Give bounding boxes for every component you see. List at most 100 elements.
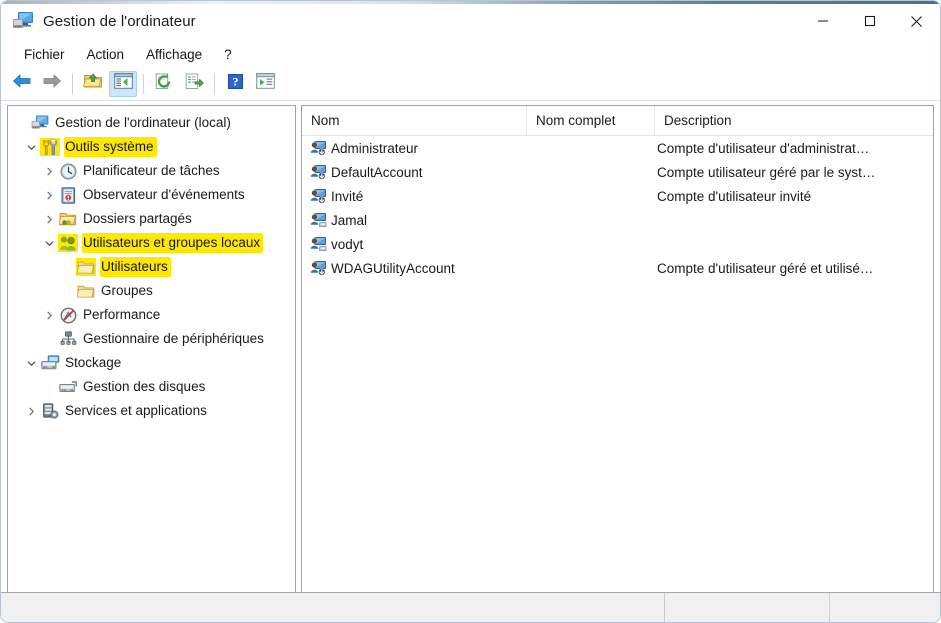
user-name: DefaultAccount bbox=[331, 164, 423, 180]
system-tools-icon bbox=[40, 138, 60, 156]
menu-action[interactable]: Action bbox=[76, 44, 136, 65]
table-row[interactable]: vodyt bbox=[302, 232, 933, 256]
folder-icon bbox=[76, 282, 96, 300]
user-name: WDAGUtilityAccount bbox=[331, 260, 455, 276]
tree-item-label: Stockage bbox=[65, 355, 122, 370]
storage-icon bbox=[40, 354, 60, 372]
back-button[interactable] bbox=[8, 71, 36, 97]
caption-button-group bbox=[799, 1, 940, 41]
computer-management-icon bbox=[12, 11, 34, 31]
tree-item-label: Observateur d'événements bbox=[83, 187, 245, 202]
tree-twisty-expanded[interactable] bbox=[22, 143, 40, 152]
tree-item-label: Gestion de l'ordinateur (local) bbox=[55, 115, 231, 130]
column-header-nom-complet[interactable]: Nom complet bbox=[527, 106, 655, 135]
disk-management-icon bbox=[58, 378, 78, 396]
tree-item-label: Outils système bbox=[65, 138, 156, 156]
toolbar: ? bbox=[1, 67, 940, 101]
table-row[interactable]: Jamal bbox=[302, 208, 933, 232]
toolbar-separator bbox=[214, 73, 215, 94]
tree-twisty-collapsed[interactable] bbox=[40, 215, 58, 224]
tree-item-device-manager[interactable]: Gestionnaire de périphériques bbox=[8, 327, 295, 351]
tree-item-task-scheduler[interactable]: Planificateur de tâches bbox=[8, 159, 295, 183]
column-header-nom[interactable]: Nom bbox=[302, 106, 527, 135]
tree-item-label: Planificateur de tâches bbox=[83, 163, 220, 178]
properties-window-icon bbox=[255, 73, 275, 94]
tree-item-services-and-applications[interactable]: Services et applications bbox=[8, 399, 295, 423]
forward-button[interactable] bbox=[38, 71, 66, 97]
tree-item-performance[interactable]: Performance bbox=[8, 303, 295, 327]
tree-item-disk-management[interactable]: Gestion des disques bbox=[8, 375, 295, 399]
help-icon: ? bbox=[227, 73, 244, 95]
event-viewer-icon bbox=[58, 186, 78, 204]
close-button[interactable] bbox=[893, 1, 940, 41]
show-console-tree-icon bbox=[113, 73, 133, 94]
status-bar bbox=[1, 592, 940, 622]
tree-twisty-expanded[interactable] bbox=[22, 359, 40, 368]
tree-item-shared-folders[interactable]: Dossiers partagés bbox=[8, 207, 295, 231]
computer-management-window: Gestion de l'ordinateur Fichier Action A… bbox=[0, 0, 941, 623]
users-list-pane: Nom Nom complet Description Administrate… bbox=[301, 105, 934, 593]
toolbar-separator bbox=[143, 73, 144, 94]
table-row[interactable]: Invité Compte d'utilisateur invité bbox=[302, 184, 933, 208]
tree-item-event-viewer[interactable]: Observateur d'événements bbox=[8, 183, 295, 207]
user-name: vodyt bbox=[331, 236, 364, 252]
tree-item-label: Groupes bbox=[101, 283, 153, 298]
forward-arrow-icon bbox=[42, 73, 62, 94]
menu-aide[interactable]: ? bbox=[213, 44, 243, 65]
tree-item-groups[interactable]: Groupes bbox=[8, 279, 295, 303]
folder-icon bbox=[76, 258, 96, 276]
help-button[interactable]: ? bbox=[221, 71, 249, 97]
content-area: Gestion de l'ordinateur (local) Outils s… bbox=[1, 101, 940, 593]
console-tree-pane: Gestion de l'ordinateur (local) Outils s… bbox=[7, 105, 296, 593]
toolbar-separator bbox=[72, 73, 73, 94]
tree-twisty-collapsed[interactable] bbox=[40, 311, 58, 320]
status-pane-tertiary bbox=[830, 593, 940, 622]
tree-item-computer-management[interactable]: Gestion de l'ordinateur (local) bbox=[8, 111, 295, 135]
export-list-icon bbox=[185, 73, 204, 95]
user-name: Jamal bbox=[331, 212, 368, 228]
tree-item-local-users-and-groups[interactable]: Utilisateurs et groupes locaux bbox=[8, 231, 295, 255]
tree-item-label: Services et applications bbox=[65, 403, 207, 418]
table-row[interactable]: Administrateur Compte d'utilisateur d'ad… bbox=[302, 136, 933, 160]
user-disabled-icon bbox=[309, 163, 327, 181]
table-row[interactable]: DefaultAccount Compte utilisateur géré p… bbox=[302, 160, 933, 184]
table-row[interactable]: WDAGUtilityAccount Compte d'utilisateur … bbox=[302, 256, 933, 280]
column-header-label: Nom bbox=[311, 113, 340, 128]
refresh-button[interactable] bbox=[150, 71, 178, 97]
column-header-description[interactable]: Description bbox=[655, 106, 933, 135]
tree-item-label: Utilisateurs et groupes locaux bbox=[83, 234, 263, 252]
cell-nom: vodyt bbox=[302, 235, 527, 253]
tree-item-users[interactable]: Utilisateurs bbox=[8, 255, 295, 279]
minimize-button[interactable] bbox=[799, 1, 846, 41]
tree-item-label: Gestion des disques bbox=[83, 379, 206, 394]
column-header-label: Nom complet bbox=[536, 113, 616, 128]
up-one-level-button[interactable] bbox=[79, 71, 107, 97]
tree-item-system-tools[interactable]: Outils système bbox=[8, 135, 295, 159]
tree-twisty-collapsed[interactable] bbox=[22, 407, 40, 416]
export-list-button[interactable] bbox=[180, 71, 208, 97]
menu-affichage[interactable]: Affichage bbox=[135, 44, 213, 65]
user-icon bbox=[309, 235, 327, 253]
user-disabled-icon bbox=[309, 187, 327, 205]
tree-item-label: Dossiers partagés bbox=[83, 211, 192, 226]
up-folder-icon bbox=[82, 72, 103, 95]
tree-twisty-collapsed[interactable] bbox=[40, 191, 58, 200]
maximize-button[interactable] bbox=[846, 1, 893, 41]
svg-text:?: ? bbox=[232, 74, 238, 88]
title-bar: Gestion de l'ordinateur bbox=[1, 1, 940, 41]
menu-bar: Fichier Action Affichage ? bbox=[1, 41, 940, 67]
users-list: Administrateur Compte d'utilisateur d'ad… bbox=[302, 136, 933, 280]
user-disabled-icon bbox=[309, 259, 327, 277]
user-icon bbox=[309, 211, 327, 229]
tree-item-label: Utilisateurs bbox=[101, 258, 170, 276]
tree-twisty-collapsed[interactable] bbox=[40, 167, 58, 176]
user-name: Invité bbox=[331, 188, 364, 204]
tree-twisty-expanded[interactable] bbox=[40, 239, 58, 248]
services-applications-icon bbox=[40, 402, 60, 420]
properties-window-button[interactable] bbox=[251, 71, 279, 97]
tree-item-storage[interactable]: Stockage bbox=[8, 351, 295, 375]
window-title: Gestion de l'ordinateur bbox=[43, 12, 196, 30]
show-console-tree-button[interactable] bbox=[109, 70, 137, 97]
cell-description: Compte d'utilisateur d'administrat… bbox=[657, 140, 870, 156]
menu-fichier[interactable]: Fichier bbox=[13, 44, 76, 65]
